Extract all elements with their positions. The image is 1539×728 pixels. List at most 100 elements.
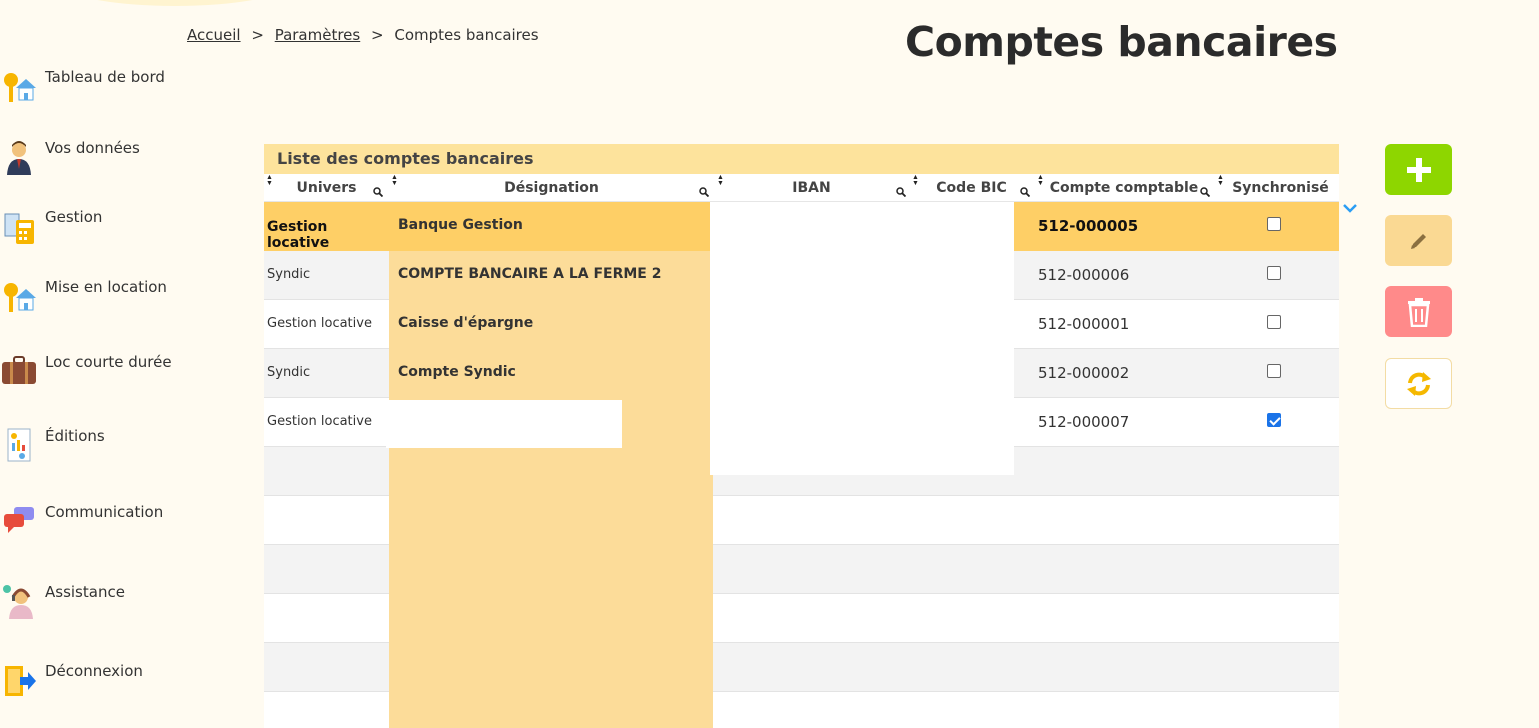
breadcrumb-separator: > — [371, 26, 384, 44]
sidebar-item-label: Déconnexion — [45, 662, 143, 680]
breadcrumb-current: Comptes bancaires — [394, 26, 539, 44]
search-icon[interactable] — [1020, 187, 1030, 197]
cell-univers: Syndic — [267, 365, 311, 380]
delete-button[interactable] — [1385, 286, 1452, 337]
sidebar-item-dashboard[interactable]: Tableau de bord — [0, 68, 190, 108]
empty-row — [264, 496, 1339, 545]
logout-icon — [5, 666, 36, 696]
plus-icon — [1406, 157, 1431, 182]
sidebar-item-label: Communication — [45, 503, 164, 521]
search-icon[interactable] — [373, 187, 383, 197]
page-title: Comptes bancaires — [905, 18, 1338, 66]
sidebar-item-rental[interactable]: Mise en location — [0, 278, 190, 318]
redacted-area — [710, 202, 1014, 475]
sidebar-item-communication[interactable]: Communication — [0, 503, 190, 543]
cell-sync — [1267, 315, 1285, 331]
table-caption: Liste des comptes bancaires — [264, 144, 1339, 174]
cell-designation: Compte Syndic — [389, 349, 713, 398]
cell-sync — [1267, 217, 1285, 233]
search-icon[interactable] — [1200, 187, 1210, 197]
cell-sync — [1267, 413, 1285, 429]
empty-row — [264, 594, 1339, 643]
column-header-compte[interactable]: ▲ ▼ Compte comptable — [1034, 174, 1214, 202]
keys-house-icon — [4, 73, 36, 102]
sidebar-item-gestion[interactable]: Gestion — [0, 208, 190, 248]
chevron-down-icon[interactable] — [1342, 202, 1358, 214]
column-label: IBAN — [792, 180, 831, 196]
cell-designation — [389, 545, 713, 594]
sidebar-item-logout[interactable]: Déconnexion — [0, 662, 190, 702]
cell-designation: COMPTE BANCAIRE A LA FERME 2 — [389, 251, 713, 300]
redacted-area — [386, 400, 622, 448]
sync-checkbox[interactable] — [1267, 217, 1281, 231]
column-label: Désignation — [504, 180, 599, 196]
column-header-univers[interactable]: ▲ ▼ Univers — [264, 174, 389, 202]
column-label: Univers — [296, 180, 357, 196]
cell-compte: 512-000005 — [1038, 217, 1139, 235]
cell-designation — [389, 594, 713, 643]
cell-univers: Syndic — [267, 267, 311, 282]
bank-accounts-table: Liste des comptes bancaires ▲ ▼ Univers ▲… — [264, 144, 1357, 728]
sidebar-item-data[interactable]: Vos données — [0, 139, 190, 179]
cell-compte: 512-000001 — [1038, 315, 1130, 333]
sidebar-item-label: Loc courte durée — [45, 353, 172, 371]
breadcrumb-home-link[interactable]: Accueil — [187, 26, 241, 44]
cell-designation: Caisse d'épargne — [389, 300, 713, 349]
sidebar-item-label: Vos données — [45, 139, 140, 157]
sidebar-item-label: Mise en location — [45, 278, 167, 296]
search-icon[interactable] — [896, 187, 906, 197]
suitcase-icon — [2, 356, 36, 384]
sync-checkbox[interactable] — [1267, 315, 1281, 329]
cell-designation — [389, 643, 713, 692]
breadcrumb-settings-link[interactable]: Paramètres — [275, 26, 361, 44]
breadcrumb-separator: > — [251, 26, 264, 44]
sidebar-item-short-stay[interactable]: Loc courte durée — [0, 353, 190, 393]
sidebar-item-label: Éditions — [45, 427, 105, 445]
empty-row — [264, 643, 1339, 692]
report-icon — [7, 428, 31, 462]
sync-checkbox[interactable] — [1267, 364, 1281, 378]
support-agent-icon — [3, 585, 33, 619]
cell-compte: 512-000006 — [1038, 266, 1130, 284]
cell-univers: Gestion locative — [267, 414, 372, 429]
table-header: ▲ ▼ Univers ▲ ▼ Désignation ▲ ▼ IBAN ▲ ▼ Cod… — [264, 174, 1357, 213]
cell-compte: 512-000002 — [1038, 364, 1130, 382]
sidebar-item-label: Tableau de bord — [45, 68, 165, 86]
trash-icon — [1407, 297, 1430, 327]
sync-checkbox[interactable] — [1267, 413, 1281, 427]
sidebar-item-editions[interactable]: Éditions — [0, 427, 190, 467]
column-label: Compte comptable — [1049, 180, 1199, 196]
sync-checkbox[interactable] — [1267, 266, 1281, 280]
pencil-icon — [1410, 233, 1426, 249]
cell-sync — [1267, 364, 1285, 380]
cell-designation — [389, 692, 713, 728]
column-header-bic[interactable]: ▲ ▼ Code BIC — [909, 174, 1034, 202]
refresh-icon — [1406, 371, 1431, 396]
cell-compte: 512-000007 — [1038, 413, 1130, 431]
column-header-sync[interactable]: ▲ ▼ Synchronisé — [1214, 174, 1339, 202]
column-header-iban[interactable]: ▲ ▼ IBAN — [714, 174, 909, 202]
cell-designation — [389, 496, 713, 545]
sidebar-item-support[interactable]: Assistance — [0, 583, 190, 623]
cell-sync — [1267, 266, 1285, 282]
empty-row — [264, 545, 1339, 594]
cell-designation: Banque Gestion — [398, 217, 523, 233]
keys-house-icon — [4, 283, 36, 312]
sidebar-item-label: Assistance — [45, 583, 125, 601]
sidebar: Tableau de bord Vos données Gestion Mise… — [0, 0, 200, 728]
chat-icon — [4, 507, 34, 533]
cell-univers: Gestion locative — [267, 219, 330, 251]
empty-row — [264, 692, 1339, 728]
user-icon — [7, 141, 31, 175]
cell-designation — [389, 447, 713, 496]
column-label: Code BIC — [936, 180, 1007, 196]
cell-univers: Gestion locative — [267, 316, 372, 331]
sidebar-item-label: Gestion — [45, 208, 103, 226]
sync-button[interactable] — [1385, 358, 1452, 409]
search-icon[interactable] — [699, 187, 709, 197]
add-button[interactable] — [1385, 144, 1452, 195]
column-label: Synchronisé — [1232, 180, 1329, 196]
breadcrumb: Accueil > Paramètres > Comptes bancaires — [187, 26, 539, 44]
edit-button[interactable] — [1385, 215, 1452, 266]
column-header-designation[interactable]: ▲ ▼ Désignation — [389, 174, 714, 202]
